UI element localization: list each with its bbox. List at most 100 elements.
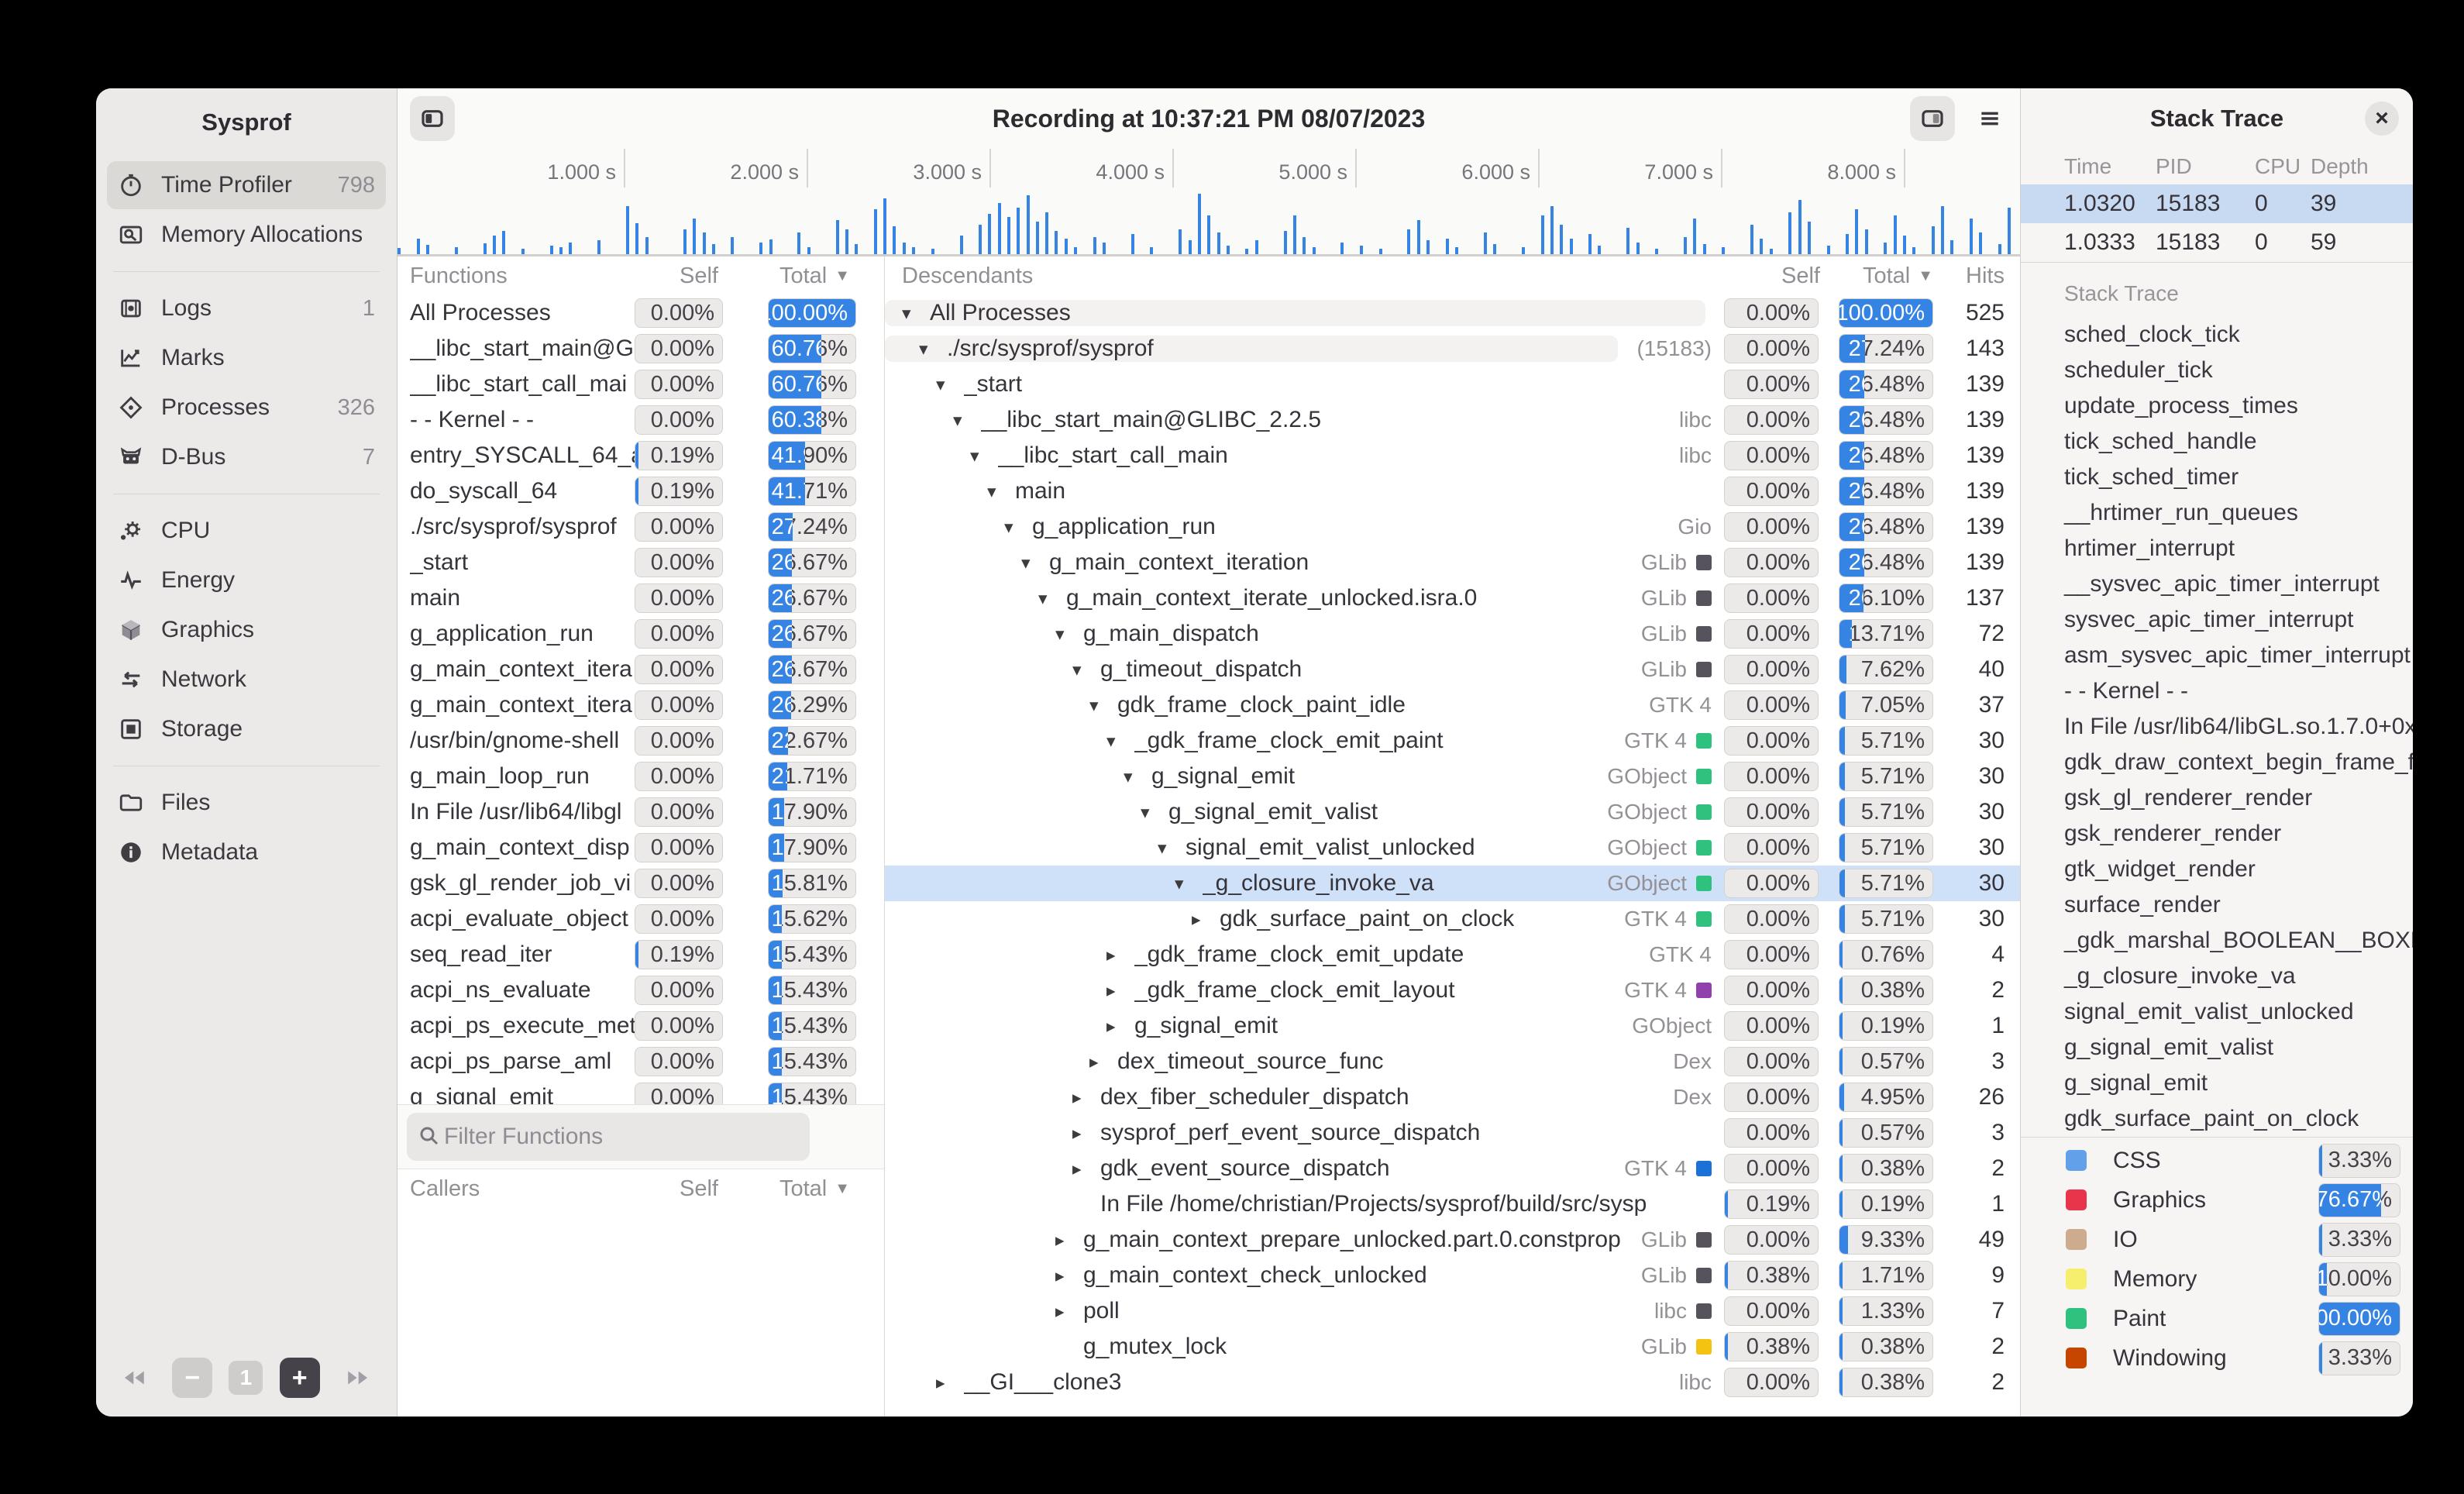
- descendant-row[interactable]: g_mutex_lockGLib0.38%0.38%0.38%0.38%2: [885, 1329, 2020, 1365]
- expander-closed-icon[interactable]: ▸: [1055, 1265, 1083, 1286]
- sidebar-item-memory-allocations[interactable]: Memory Allocations: [107, 211, 386, 259]
- expander-closed-icon[interactable]: ▸: [1055, 1301, 1083, 1322]
- descendant-row[interactable]: ▾g_application_runGio0.00%26.48%26.48%13…: [885, 509, 2020, 545]
- descendant-row[interactable]: ▸polllibc0.00%1.33%1.33%7: [885, 1293, 2020, 1329]
- expander-open-icon[interactable]: ▾: [902, 303, 930, 324]
- stack-sample-row[interactable]: 1.032015183039: [2021, 184, 2413, 223]
- descendant-row[interactable]: In File /home/christian/Projects/sysprof…: [885, 1186, 2020, 1222]
- function-row[interactable]: g_application_run0.00%26.67%26.67%: [397, 616, 884, 652]
- function-row[interactable]: g_main_loop_run0.00%21.71%21.71%: [397, 759, 884, 794]
- stack-frame[interactable]: g_signal_emit: [2021, 1065, 2413, 1101]
- stack-frame[interactable]: asm_sysvec_apic_timer_interrupt: [2021, 638, 2413, 673]
- stack-frame[interactable]: gsk_gl_renderer_render: [2021, 780, 2413, 816]
- descendant-row[interactable]: ▸gdk_surface_paint_on_clockGTK 40.00%5.7…: [885, 901, 2020, 937]
- descendant-row[interactable]: ▸g_main_context_prepare_unlocked.part.0.…: [885, 1222, 2020, 1258]
- descendant-row[interactable]: ▾_gdk_frame_clock_emit_paintGTK 40.00%5.…: [885, 723, 2020, 759]
- stack-frame[interactable]: g_signal_emit_valist: [2021, 1030, 2413, 1065]
- descendant-row[interactable]: ▾g_main_dispatchGLib0.00%13.71%13.71%72: [885, 616, 2020, 652]
- expander-open-icon[interactable]: ▾: [1124, 766, 1151, 787]
- expander-open-icon[interactable]: ▾: [1106, 731, 1134, 752]
- expander-open-icon[interactable]: ▾: [919, 339, 947, 360]
- stack-frame[interactable]: sysvec_apic_timer_interrupt: [2021, 602, 2413, 638]
- functions-total-column-header[interactable]: Total▼: [763, 263, 850, 289]
- filter-functions-field[interactable]: [442, 1123, 799, 1151]
- rewind-button[interactable]: [112, 1356, 156, 1399]
- descendants-total-column-header[interactable]: Total▼: [1840, 263, 1933, 289]
- expander-closed-icon[interactable]: ▸: [1055, 1230, 1083, 1251]
- function-row[interactable]: acpi_ns_evaluate0.00%15.43%15.43%: [397, 972, 884, 1008]
- expander-open-icon[interactable]: ▾: [1175, 873, 1203, 894]
- stack-frame[interactable]: - - Kernel - -: [2021, 673, 2413, 709]
- zoom-out-button[interactable]: −: [172, 1358, 212, 1398]
- timeline-cpu-chart[interactable]: [397, 188, 2020, 256]
- stack-frame[interactable]: update_process_times: [2021, 388, 2413, 424]
- stack-frame[interactable]: __sysvec_apic_timer_interrupt: [2021, 566, 2413, 602]
- expander-closed-icon[interactable]: ▸: [1072, 1087, 1100, 1108]
- descendants-hits-column-header[interactable]: Hits: [1933, 263, 2020, 289]
- sidebar-item-time-profiler[interactable]: Time Profiler798: [107, 161, 386, 209]
- descendant-row[interactable]: ▾signal_emit_valist_unlockedGObject0.00%…: [885, 830, 2020, 866]
- descendant-row[interactable]: ▾_g_closure_invoke_vaGObject0.00%5.71%5.…: [885, 866, 2020, 901]
- function-row[interactable]: g_main_context_itera0.00%26.29%26.29%: [397, 687, 884, 723]
- menu-button[interactable]: [1967, 96, 2012, 141]
- functions-column-header[interactable]: Functions: [410, 263, 631, 289]
- descendant-row[interactable]: ▸__GI___clone3libc0.00%0.38%0.38%2: [885, 1365, 2020, 1400]
- function-row[interactable]: In File /usr/lib64/libgl0.00%17.90%17.90…: [397, 794, 884, 830]
- sidebar-item-storage[interactable]: Storage: [107, 705, 386, 753]
- expander-open-icon[interactable]: ▾: [1158, 838, 1186, 859]
- expander-closed-icon[interactable]: ▸: [1072, 1123, 1100, 1144]
- expander-open-icon[interactable]: ▾: [1055, 624, 1083, 645]
- function-row[interactable]: ./src/sysprof/sysprof0.00%27.24%27.24%: [397, 509, 884, 545]
- stack-frame[interactable]: __hrtimer_run_queues: [2021, 495, 2413, 531]
- function-row[interactable]: do_syscall_640.19%0.19%41.71%41.71%: [397, 473, 884, 509]
- sidebar-item-energy[interactable]: Energy: [107, 556, 386, 604]
- function-row[interactable]: - - Kernel - -0.00%60.38%60.38%: [397, 402, 884, 438]
- descendants-column-header[interactable]: Descendants: [902, 263, 1727, 289]
- functions-self-column-header[interactable]: Self: [631, 263, 718, 289]
- stack-frame[interactable]: surface_render: [2021, 887, 2413, 923]
- sidebar-item-processes[interactable]: Processes326: [107, 384, 386, 432]
- timeline-ruler[interactable]: 1.000 s2.000 s3.000 s4.000 s5.000 s6.000…: [397, 149, 2020, 188]
- stack-column-header-depth[interactable]: Depth: [2311, 154, 2379, 179]
- expander-open-icon[interactable]: ▾: [1089, 695, 1117, 716]
- stack-column-header-pid[interactable]: PID: [2156, 154, 2255, 179]
- zoom-in-button[interactable]: +: [280, 1358, 320, 1398]
- descendant-row[interactable]: ▾gdk_frame_clock_paint_idleGTK 40.00%7.0…: [885, 687, 2020, 723]
- stack-column-header-time[interactable]: Time: [2064, 154, 2156, 179]
- function-row[interactable]: acpi_ps_parse_aml0.00%15.43%15.43%: [397, 1044, 884, 1079]
- stack-frame[interactable]: In File /usr/lib64/libGL.so.1.7.0+0x4b: [2021, 709, 2413, 745]
- stack-frame[interactable]: signal_emit_valist_unlocked: [2021, 994, 2413, 1030]
- descendant-row[interactable]: ▸dex_timeout_source_funcDex0.00%0.57%0.5…: [885, 1044, 2020, 1079]
- stack-frame[interactable]: gdk_draw_context_begin_frame_full: [2021, 745, 2413, 780]
- function-row[interactable]: g_signal_emit0.00%15.43%15.43%: [397, 1079, 884, 1104]
- function-row[interactable]: __libc_start_call_mai0.00%60.76%60.76%: [397, 367, 884, 402]
- descendant-row[interactable]: ▸dex_fiber_scheduler_dispatchDex0.00%4.9…: [885, 1079, 2020, 1115]
- expander-open-icon[interactable]: ▾: [1038, 588, 1066, 609]
- sidebar-item-cpu[interactable]: CPU: [107, 507, 386, 555]
- expander-closed-icon[interactable]: ▸: [1106, 980, 1134, 1001]
- sidebar-item-metadata[interactable]: Metadata: [107, 828, 386, 876]
- stack-frame[interactable]: _gdk_marshal_BOOLEAN__BOXEDv: [2021, 923, 2413, 959]
- forward-button[interactable]: [336, 1356, 380, 1399]
- function-row[interactable]: main0.00%26.67%26.67%: [397, 580, 884, 616]
- sidebar-item-graphics[interactable]: Graphics: [107, 606, 386, 654]
- stack-frame[interactable]: tick_sched_timer: [2021, 460, 2413, 495]
- function-row[interactable]: acpi_evaluate_object0.00%15.62%15.62%: [397, 901, 884, 937]
- expander-open-icon[interactable]: ▾: [987, 481, 1015, 502]
- stack-frame[interactable]: tick_sched_handle: [2021, 424, 2413, 460]
- zoom-level-indicator[interactable]: 1: [229, 1361, 263, 1395]
- descendant-row[interactable]: ▸_gdk_frame_clock_emit_layoutGTK 40.00%0…: [885, 972, 2020, 1008]
- expander-open-icon[interactable]: ▾: [1072, 659, 1100, 680]
- function-row[interactable]: __libc_start_main@G0.00%60.76%60.76%: [397, 331, 884, 367]
- expander-closed-icon[interactable]: ▸: [1192, 909, 1220, 930]
- descendant-row[interactable]: ▾__libc_start_main@GLIBC_2.2.5libc0.00%2…: [885, 402, 2020, 438]
- descendant-row[interactable]: ▾main0.00%26.48%26.48%139: [885, 473, 2020, 509]
- expander-open-icon[interactable]: ▾: [1004, 517, 1032, 538]
- sidebar-item-files[interactable]: Files: [107, 779, 386, 827]
- callers-total-column-header[interactable]: Total▼: [763, 1176, 850, 1202]
- expander-closed-icon[interactable]: ▸: [1089, 1052, 1117, 1072]
- stack-frame[interactable]: gsk_renderer_render: [2021, 816, 2413, 852]
- expander-open-icon[interactable]: ▾: [1021, 553, 1049, 573]
- sidebar-item-logs[interactable]: Logs1: [107, 284, 386, 332]
- expander-closed-icon[interactable]: ▸: [1106, 945, 1134, 966]
